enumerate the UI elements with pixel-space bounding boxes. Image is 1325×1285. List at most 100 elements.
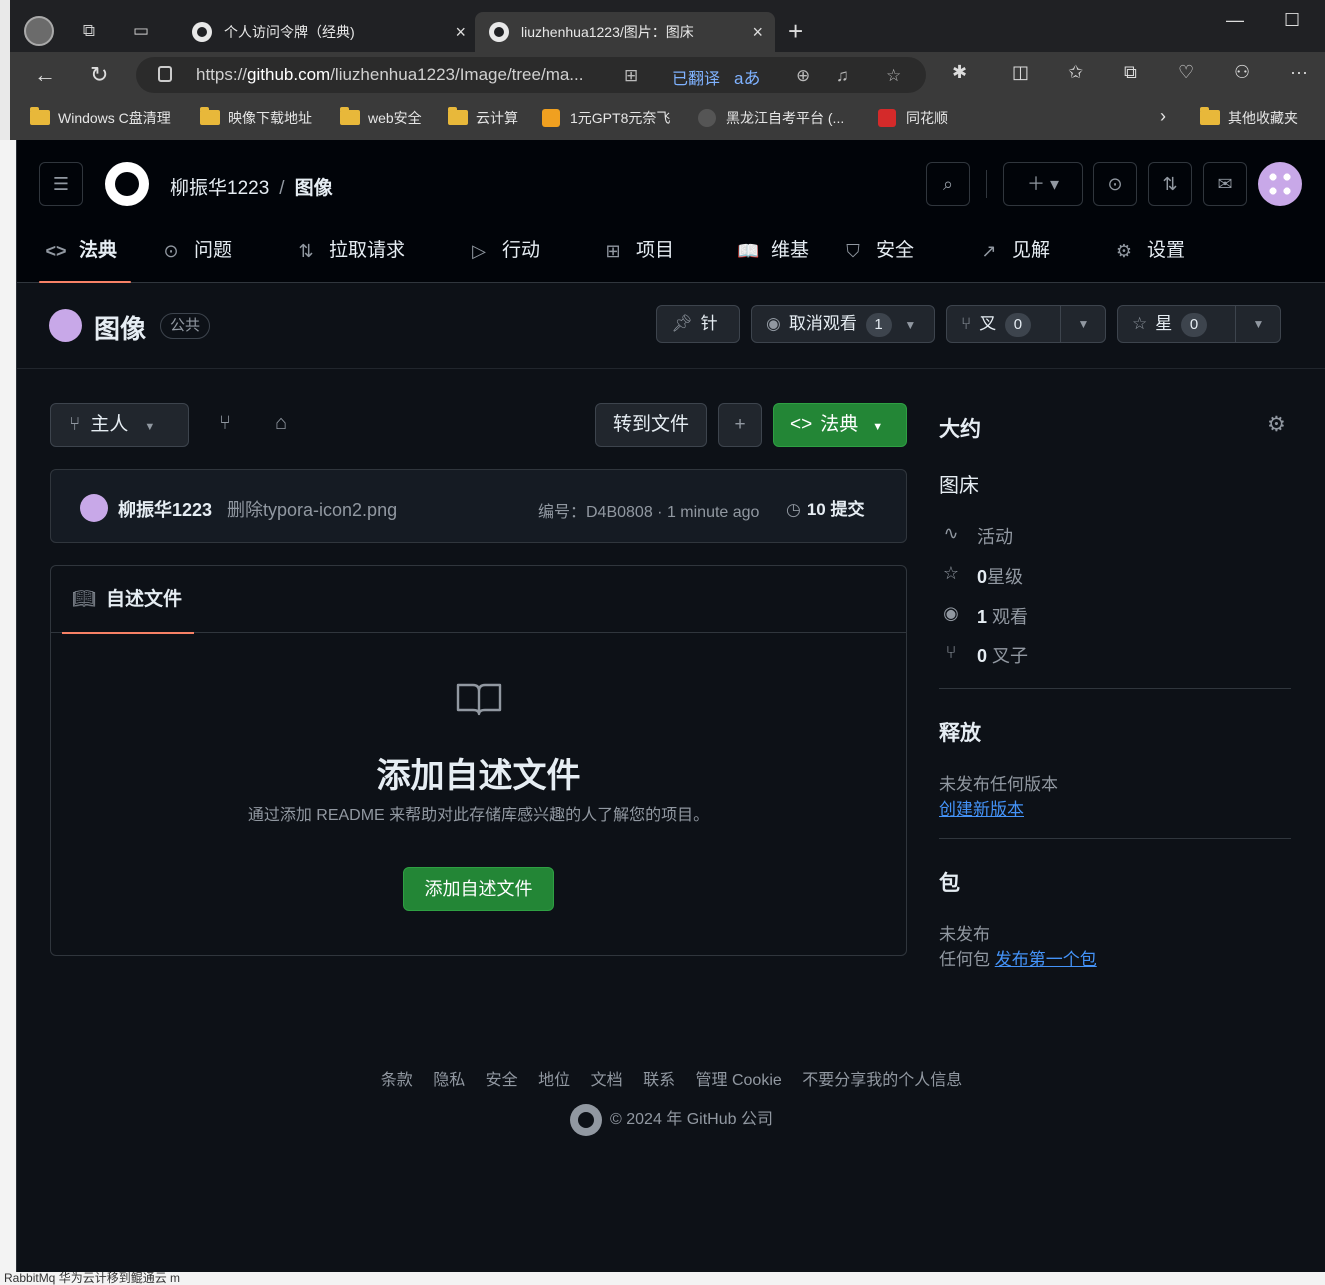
user-avatar[interactable]: [1258, 162, 1302, 206]
owner-link[interactable]: 柳振华1223: [170, 178, 269, 199]
favorites-icon[interactable]: ✩: [1068, 62, 1083, 83]
profile-avatar[interactable]: [24, 16, 54, 46]
issues-icon[interactable]: ⊙: [1093, 162, 1137, 206]
bookmark-link[interactable]: 1元GPT8元奈飞: [542, 108, 670, 128]
favorite-star-icon[interactable]: ☆: [886, 66, 901, 86]
github-logo-icon[interactable]: [570, 1104, 603, 1136]
repo-link[interactable]: 图像: [295, 178, 333, 199]
address-bar[interactable]: https://github.com/liuzhenhua1223/Image/…: [136, 57, 926, 93]
tab-pull-requests[interactable]: ⇅ 拉取请求: [289, 233, 405, 283]
gear-icon[interactable]: ⚙: [1267, 412, 1286, 437]
about-heading: 大约: [939, 418, 981, 441]
translate-icon[interactable]: aあ: [734, 64, 760, 89]
tab-issues[interactable]: ⊙ 问题: [154, 233, 232, 283]
extensions-icon[interactable]: ✱: [952, 62, 967, 83]
chevron-down-icon[interactable]: ▼: [1235, 306, 1281, 342]
branches-icon[interactable]: ⑂: [219, 412, 231, 435]
breadcrumb-separator: /: [279, 178, 285, 199]
zoom-icon[interactable]: ⊕: [796, 66, 810, 86]
other-bookmarks-folder[interactable]: 其他收藏夹: [1200, 107, 1298, 128]
star-button[interactable]: ☆ 星 0 ▼: [1117, 305, 1281, 343]
create-new-button[interactable]: ＋ ▾: [1003, 162, 1083, 206]
create-release-link[interactable]: 创建新版本: [939, 795, 1024, 820]
footer-links: 条款 隐私 安全 地位 文档 联系 管理 Cookie 不要分享我的个人信息: [17, 1066, 1325, 1090]
repo-name[interactable]: 图像: [94, 309, 146, 346]
fork-button[interactable]: ⑂ 叉 0 ▼: [946, 305, 1106, 343]
tab-wiki[interactable]: 📖 维基: [731, 233, 809, 283]
commit-message[interactable]: 删除typora-icon2.png: [227, 496, 397, 522]
add-readme-button[interactable]: 添加自述文件: [403, 867, 554, 911]
tab-security[interactable]: ⛉ 安全: [836, 233, 914, 283]
back-icon[interactable]: ←: [34, 62, 56, 88]
read-aloud-icon[interactable]: ♫: [836, 66, 849, 86]
footer-link-terms[interactable]: 条款: [381, 1072, 413, 1089]
more-menu-icon[interactable]: ···: [1290, 62, 1308, 83]
watchers-link[interactable]: ◉ 1 观看: [939, 603, 1028, 629]
maximize-icon[interactable]: ☐: [1284, 10, 1300, 31]
menu-icon[interactable]: ☰: [39, 162, 83, 206]
app-available-icon[interactable]: ⊞: [624, 66, 638, 86]
vertical-tabs-icon[interactable]: ▭: [130, 20, 152, 42]
tab-readme[interactable]: 📖︎ 自述文件: [62, 566, 195, 634]
close-tab-icon[interactable]: ×: [752, 12, 763, 52]
search-icon[interactable]: ⌕: [926, 162, 970, 206]
new-tab-button[interactable]: +: [788, 16, 803, 47]
footer-link-contact[interactable]: 联系: [643, 1072, 675, 1089]
commit-history-link[interactable]: ◷ 10 提交: [786, 495, 864, 520]
footer-link-status[interactable]: 地位: [538, 1072, 570, 1089]
tab-insights[interactable]: ↗ 见解: [972, 233, 1050, 283]
tab-code[interactable]: <> 法典: [39, 233, 132, 283]
tab-settings[interactable]: ⚙ 设置: [1107, 233, 1185, 283]
collections-icon[interactable]: ⧉: [1124, 62, 1137, 83]
minimize-icon[interactable]: —: [1226, 10, 1244, 31]
goto-file-button[interactable]: 转到文件: [595, 403, 707, 447]
publish-package-link[interactable]: 发布第一个包: [995, 950, 1097, 969]
releases-heading[interactable]: 释放: [939, 717, 981, 747]
commit-hash[interactable]: 编号：D4B0808 · 1 minute ago: [538, 498, 759, 522]
close-tab-icon[interactable]: ×: [455, 12, 466, 52]
inbox-icon[interactable]: ✉: [1203, 162, 1247, 206]
bookmark-folder[interactable]: 云计算: [448, 107, 518, 128]
tab-image-repo[interactable]: liuzhenhua1223/图片：图床 ×: [475, 12, 775, 52]
url-text[interactable]: https://github.com/liuzhenhua1223/Image/…: [196, 65, 583, 85]
bookmark-folder[interactable]: 映像下载地址: [200, 107, 312, 128]
translated-label[interactable]: 已翻译: [672, 65, 720, 89]
commit-author[interactable]: 柳振华1223: [118, 496, 212, 522]
refresh-icon[interactable]: ↻: [90, 62, 108, 88]
chevron-right-icon[interactable]: ›: [1160, 106, 1166, 126]
play-icon: ▷: [472, 241, 486, 261]
branch-selector[interactable]: ⑂ 主人 ▼: [50, 403, 189, 447]
pull-requests-icon[interactable]: ⇅: [1148, 162, 1192, 206]
activity-link[interactable]: ∿ 活动: [939, 523, 1013, 549]
add-file-button[interactable]: +: [718, 403, 762, 447]
browser-essentials-icon[interactable]: ♡: [1178, 62, 1194, 83]
site-favicon-icon: [878, 109, 896, 127]
pin-button[interactable]: 📌︎ 针: [656, 305, 740, 343]
bookmark-folder[interactable]: Windows C盘清理: [30, 107, 171, 128]
footer-link-privacy[interactable]: 隐私: [433, 1072, 465, 1089]
code-dropdown-button[interactable]: <> 法典 ▼: [773, 403, 907, 447]
footer-link-security[interactable]: 安全: [486, 1072, 518, 1089]
split-screen-icon[interactable]: ◫: [1012, 62, 1029, 83]
tab-tokens[interactable]: 个人访问令牌（经典) ×: [178, 12, 478, 52]
breadcrumb: 柳振华1223 / 图像: [170, 173, 333, 200]
lock-icon[interactable]: [158, 66, 172, 82]
unwatch-button[interactable]: ◉ 取消观看 1 ▼: [751, 305, 935, 343]
tab-projects[interactable]: ⊞ 项目: [596, 233, 674, 283]
packages-heading[interactable]: 包: [939, 867, 960, 897]
author-avatar[interactable]: [80, 494, 108, 522]
forks-link[interactable]: ⑂ 0 叉子: [939, 642, 1028, 668]
footer-link-docs[interactable]: 文档: [591, 1072, 623, 1089]
github-logo-icon[interactable]: [105, 162, 149, 206]
tag-icon[interactable]: ⌂: [275, 412, 287, 435]
tab-actions[interactable]: ▷ 行动: [462, 233, 540, 283]
footer-link-cookies[interactable]: 管理 Cookie: [696, 1072, 782, 1089]
chevron-down-icon[interactable]: ▼: [1060, 306, 1106, 342]
workspaces-icon[interactable]: ⧉: [78, 20, 100, 42]
bookmark-link[interactable]: 黑龙江自考平台 (...: [698, 108, 844, 128]
bookmark-folder[interactable]: web安全: [340, 107, 422, 128]
footer-link-do-not-share[interactable]: 不要分享我的个人信息: [802, 1072, 962, 1089]
copilot-icon[interactable]: ⚇: [1234, 62, 1250, 83]
stars-link[interactable]: ☆ 0星级: [939, 563, 1023, 589]
bookmark-link[interactable]: 同花顺: [878, 108, 948, 128]
